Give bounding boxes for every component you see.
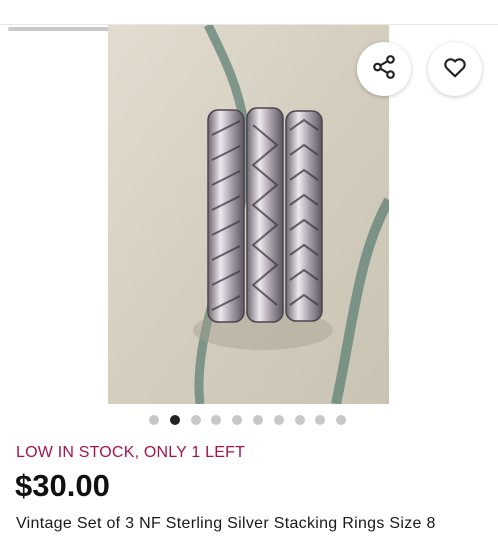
- pagination-dot[interactable]: [253, 415, 263, 425]
- image-pagination: [0, 415, 498, 427]
- heart-icon: [442, 54, 468, 85]
- stock-status: LOW IN STOCK, ONLY 1 LEFT: [16, 444, 246, 461]
- pagination-dot[interactable]: [294, 415, 305, 425]
- pagination-dot[interactable]: [190, 415, 201, 425]
- pagination-dot[interactable]: [169, 415, 180, 425]
- listing-title: Vintage Set of 3 NF Sterling Silver Stac…: [16, 515, 436, 532]
- pagination-dot[interactable]: [211, 415, 222, 425]
- pagination-dot[interactable]: [232, 415, 243, 425]
- pagination-dot[interactable]: [315, 415, 326, 425]
- pagination-dot[interactable]: [149, 415, 159, 425]
- rings-photo: [108, 25, 389, 404]
- share-button[interactable]: [357, 42, 411, 96]
- price: $30.00: [15, 468, 110, 503]
- product-image[interactable]: [108, 25, 389, 404]
- pagination-dot[interactable]: [273, 415, 284, 425]
- favorite-button[interactable]: [428, 42, 482, 96]
- pagination-dot[interactable]: [336, 415, 347, 425]
- share-icon: [371, 54, 397, 85]
